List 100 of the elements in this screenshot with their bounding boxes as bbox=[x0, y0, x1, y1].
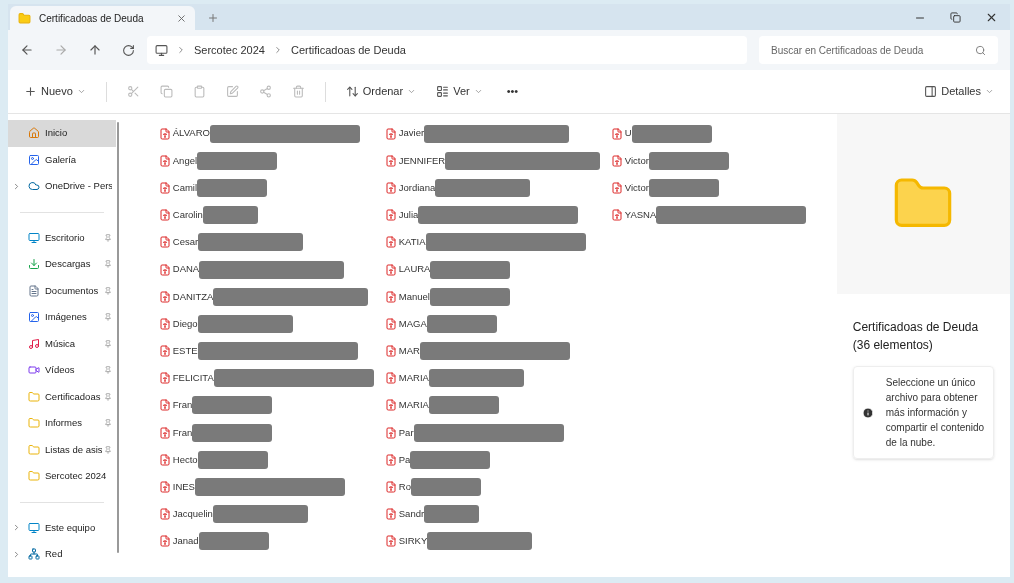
file-name[interactable]: Jacquelin bbox=[172, 507, 213, 522]
file-name[interactable]: MAR bbox=[398, 343, 420, 359]
pdf-file-icon bbox=[384, 399, 397, 412]
sidebar-item[interactable]: Listas de asis bbox=[8, 436, 116, 463]
pdf-file-icon bbox=[158, 181, 171, 194]
pin-icon bbox=[104, 419, 112, 428]
pdf-file-icon bbox=[384, 426, 397, 439]
file-name[interactable]: Janad bbox=[172, 534, 199, 549]
expand-icon[interactable] bbox=[12, 523, 21, 533]
redaction-scribble bbox=[410, 478, 481, 497]
file-name[interactable]: INES bbox=[172, 479, 195, 495]
paste-icon[interactable] bbox=[192, 85, 206, 98]
pdf-file-icon bbox=[610, 181, 623, 194]
sidebar-item[interactable]: Informes bbox=[8, 410, 116, 437]
address-bar[interactable]: Sercotec 2024 Certificadoas de Deuda bbox=[147, 36, 747, 64]
file-name[interactable]: FELICITA bbox=[172, 371, 214, 386]
up-icon[interactable] bbox=[88, 43, 102, 57]
forward-icon[interactable] bbox=[54, 43, 68, 57]
file-name[interactable]: MARIA bbox=[398, 398, 429, 413]
pin-icon bbox=[104, 286, 112, 295]
close-icon[interactable] bbox=[985, 11, 998, 24]
breadcrumb-item[interactable]: Certificadoas de Deuda bbox=[290, 41, 406, 59]
file-name[interactable]: Sandr bbox=[398, 507, 425, 522]
file-name[interactable]: Carolin bbox=[172, 208, 203, 223]
sidebar-item[interactable]: Certificadoas bbox=[8, 383, 116, 410]
file-name[interactable]: SIRKY bbox=[398, 534, 428, 549]
video-icon bbox=[28, 364, 40, 377]
pdf-file-icon bbox=[610, 127, 623, 140]
sidebar-label: Certificadoas bbox=[45, 389, 102, 404]
sidebar-item[interactable]: Escritorio bbox=[8, 224, 116, 251]
sidebar-item[interactable]: Vídeos bbox=[8, 357, 116, 384]
file-name[interactable]: KATIA bbox=[398, 235, 426, 250]
share-icon[interactable] bbox=[258, 85, 272, 98]
file-name[interactable]: U bbox=[624, 126, 632, 141]
file-name[interactable]: Victor bbox=[624, 153, 649, 168]
expand-icon[interactable] bbox=[12, 181, 21, 191]
file-name[interactable]: MARIA bbox=[398, 371, 429, 386]
details-button[interactable]: Detalles bbox=[916, 79, 1002, 104]
file-name[interactable]: JENNIFER bbox=[398, 153, 446, 168]
redaction-scribble bbox=[648, 178, 719, 197]
sidebar-item[interactable]: Música bbox=[8, 330, 116, 357]
sidebar-item[interactable]: Este equipo bbox=[8, 514, 116, 541]
folder-icon bbox=[28, 417, 40, 430]
file-name[interactable]: DANA bbox=[172, 262, 200, 277]
sidebar-item[interactable]: Red bbox=[8, 541, 116, 568]
restore-icon[interactable] bbox=[950, 12, 961, 23]
copy-icon[interactable] bbox=[159, 85, 173, 98]
more-button[interactable]: ••• bbox=[494, 83, 531, 100]
caret-icon bbox=[76, 87, 86, 96]
monitor-icon bbox=[155, 43, 168, 57]
sidebar-label: Descargas bbox=[45, 257, 92, 272]
file-name[interactable]: ESTE bbox=[172, 343, 198, 359]
file-name[interactable]: DANITZA bbox=[172, 289, 214, 304]
pdf-file-icon bbox=[158, 481, 171, 494]
file-name[interactable]: Ro bbox=[398, 479, 411, 495]
refresh-icon[interactable] bbox=[122, 43, 135, 57]
file-name[interactable]: Julia bbox=[398, 208, 419, 223]
file-name[interactable]: Pa bbox=[398, 452, 411, 467]
file-name[interactable]: Par bbox=[398, 425, 414, 440]
file-name[interactable]: Fran bbox=[172, 398, 193, 413]
caret-icon bbox=[985, 87, 994, 96]
file-name[interactable]: Fran bbox=[172, 425, 193, 440]
sort-button[interactable]: Ordenar bbox=[337, 79, 425, 104]
pdf-file-icon bbox=[610, 154, 623, 167]
file-name[interactable]: LAURA bbox=[398, 262, 431, 277]
file-name[interactable]: ÁLVARO bbox=[172, 126, 210, 141]
close-tab-icon[interactable] bbox=[176, 12, 187, 24]
expand-icon[interactable] bbox=[12, 549, 21, 559]
file-name[interactable]: Manuel bbox=[398, 289, 430, 304]
folder-tab[interactable]: Certificadoas de Deuda bbox=[10, 6, 195, 30]
back-icon[interactable] bbox=[20, 43, 34, 57]
file-name[interactable]: Camil bbox=[172, 180, 198, 196]
breadcrumb-item[interactable]: Sercotec 2024 bbox=[194, 41, 265, 59]
file-name[interactable]: YASNA bbox=[624, 208, 657, 223]
details-icon bbox=[924, 85, 938, 98]
details-title: Certificadoas de Deuda (36 elementos) bbox=[852, 319, 980, 354]
cut-icon[interactable] bbox=[126, 85, 140, 98]
new-button[interactable]: Nuevo bbox=[16, 79, 94, 104]
sidebar-item[interactable]: Galería bbox=[8, 146, 116, 173]
file-name[interactable]: Cesar bbox=[172, 235, 199, 250]
file-name[interactable]: Victor bbox=[624, 180, 649, 196]
file-name[interactable]: Jordiana bbox=[398, 180, 436, 196]
redaction-scribble bbox=[197, 450, 268, 469]
rename-icon[interactable] bbox=[225, 85, 239, 98]
file-name[interactable]: Diego bbox=[172, 316, 198, 332]
sidebar-item[interactable]: Descargas bbox=[8, 251, 116, 278]
view-button[interactable]: Ver bbox=[428, 79, 491, 104]
file-name[interactable]: Angel bbox=[172, 153, 198, 168]
sidebar-item[interactable]: Inicio bbox=[8, 120, 116, 147]
delete-icon[interactable] bbox=[291, 85, 305, 98]
sidebar-item[interactable]: Documentos bbox=[8, 277, 116, 304]
file-name[interactable]: Javier bbox=[398, 126, 425, 141]
sidebar-item[interactable]: OneDrive - Pers bbox=[8, 173, 116, 200]
scrollbar-thumb[interactable] bbox=[117, 122, 120, 553]
sidebar-item[interactable]: Sercotec 2024 bbox=[8, 463, 116, 490]
file-name[interactable]: MAGA bbox=[398, 316, 427, 332]
search-field[interactable]: Buscar en Certificadoas de Deuda bbox=[759, 36, 998, 64]
sidebar-item[interactable]: Imágenes bbox=[8, 304, 116, 331]
file-name[interactable]: Hecto bbox=[172, 452, 198, 467]
new-tab-icon[interactable] bbox=[207, 12, 219, 24]
